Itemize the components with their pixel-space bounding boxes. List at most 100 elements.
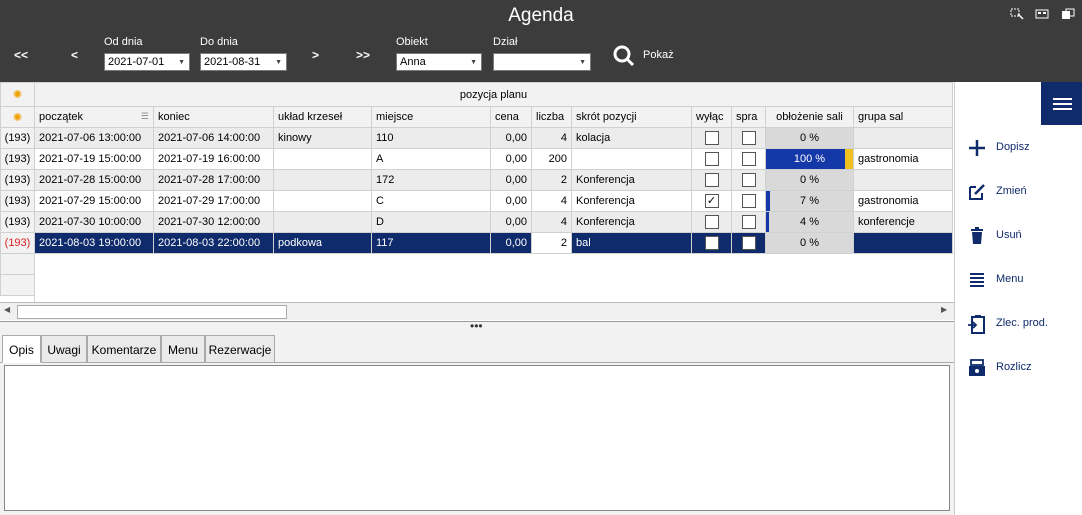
next-period-button[interactable]: > <box>312 48 319 62</box>
scroll-right-icon[interactable]: ▶ <box>941 305 947 314</box>
horizontal-scrollbar[interactable]: ◀ ▶ <box>0 302 954 320</box>
cell-room-group[interactable] <box>853 232 953 254</box>
cell-place[interactable]: C <box>371 190 491 212</box>
filter-row-icon[interactable]: ✺ <box>0 106 35 128</box>
add-button[interactable]: Dopisz <box>965 136 1075 160</box>
cell-price[interactable]: 0,00 <box>490 232 532 254</box>
cell-price[interactable]: 0,00 <box>490 169 532 191</box>
cell-layout[interactable]: podkowa <box>273 232 372 254</box>
row-index[interactable]: (193) <box>0 190 35 212</box>
cell-room-group[interactable]: konferencje <box>853 211 953 233</box>
cell-start[interactable]: 2021-07-06 13:00:00 <box>34 127 154 149</box>
cell-short[interactable]: Konferencja <box>571 211 692 233</box>
scrollbar-thumb[interactable] <box>17 305 287 319</box>
cell-short[interactable]: bal <box>571 232 692 254</box>
cell-place[interactable]: A <box>371 148 491 170</box>
cell-short[interactable] <box>571 148 692 170</box>
chevron-down-icon[interactable]: ▼ <box>178 55 185 71</box>
cell-checked[interactable] <box>731 148 766 170</box>
col-start[interactable]: początek ☰ <box>34 106 154 128</box>
layout-icon[interactable] <box>1035 8 1049 20</box>
cell-occupancy[interactable]: 4 % <box>765 211 854 233</box>
cell-start[interactable]: 2021-07-29 15:00:00 <box>34 190 154 212</box>
cell-excluded[interactable] <box>691 127 732 149</box>
row-index[interactable]: (193) <box>0 211 35 233</box>
cell-count[interactable]: 4 <box>531 190 572 212</box>
cell-start[interactable]: 2021-07-30 10:00:00 <box>34 211 154 233</box>
col-checked[interactable]: spra <box>731 106 766 128</box>
cell-end[interactable]: 2021-07-28 17:00:00 <box>153 169 274 191</box>
col-layout[interactable]: układ krzeseł <box>273 106 372 128</box>
cell-price[interactable]: 0,00 <box>490 211 532 233</box>
cell-count[interactable]: 4 <box>531 211 572 233</box>
cell-end[interactable]: 2021-07-30 12:00:00 <box>153 211 274 233</box>
cell-occupancy[interactable]: 0 % <box>765 232 854 254</box>
select-icon[interactable] <box>1010 8 1024 20</box>
cell-room-group[interactable]: gastronomia <box>853 148 953 170</box>
table-row[interactable]: (193) 2021-08-03 19:00:00 2021-08-03 22:00… <box>0 232 953 254</box>
tab-notes[interactable]: Uwagi <box>41 335 87 363</box>
checked-checkbox[interactable] <box>741 131 756 145</box>
cell-place[interactable]: 172 <box>371 169 491 191</box>
show-button[interactable]: Pokaż <box>612 44 682 67</box>
col-price[interactable]: cena <box>490 106 532 128</box>
cell-checked[interactable] <box>731 211 766 233</box>
cell-checked[interactable] <box>731 169 766 191</box>
cell-short[interactable]: Konferencja <box>571 190 692 212</box>
last-period-button[interactable]: >> <box>356 48 370 62</box>
tab-reservations[interactable]: Rezerwacje <box>205 335 275 363</box>
table-row[interactable]: (193) 2021-07-06 13:00:00 2021-07-06 14:00… <box>0 127 953 149</box>
cell-excluded[interactable] <box>691 232 732 254</box>
col-excluded[interactable]: wyłąc <box>691 106 732 128</box>
table-row[interactable]: (193) 2021-07-28 15:00:00 2021-07-28 17:00… <box>0 169 953 191</box>
checked-checkbox[interactable] <box>741 173 756 187</box>
excluded-checkbox[interactable] <box>704 173 719 187</box>
cell-layout[interactable]: kinowy <box>273 127 372 149</box>
checked-checkbox[interactable] <box>741 215 756 229</box>
table-row[interactable]: (193) 2021-07-30 10:00:00 2021-07-30 12:00… <box>0 211 953 233</box>
cell-end[interactable]: 2021-08-03 22:00:00 <box>153 232 274 254</box>
row-index[interactable]: (193) <box>0 232 35 254</box>
cell-place[interactable]: D <box>371 211 491 233</box>
cell-excluded[interactable] <box>691 169 732 191</box>
splitter-handle[interactable]: ••• <box>470 319 483 333</box>
cell-short[interactable]: kolacja <box>571 127 692 149</box>
cell-room-group[interactable] <box>853 169 953 191</box>
department-select[interactable]: ▼ <box>493 53 591 71</box>
excluded-checkbox[interactable] <box>704 215 719 229</box>
cell-checked[interactable] <box>731 232 766 254</box>
first-period-button[interactable]: << <box>14 48 28 62</box>
cell-room-group[interactable] <box>853 127 953 149</box>
checked-checkbox[interactable] <box>741 194 756 208</box>
col-end[interactable]: koniec <box>153 106 274 128</box>
edit-button[interactable]: Zmień <box>965 180 1075 204</box>
window-icon[interactable] <box>1061 8 1075 20</box>
scroll-left-icon[interactable]: ◀ <box>4 305 10 314</box>
cell-start[interactable]: 2021-07-28 15:00:00 <box>34 169 154 191</box>
checked-checkbox[interactable] <box>741 152 756 166</box>
cell-occupancy[interactable]: 0 % <box>765 169 854 191</box>
chevron-down-icon[interactable]: ▼ <box>470 55 477 71</box>
new-row-icon[interactable]: ✺ <box>0 82 35 107</box>
prev-period-button[interactable]: < <box>71 48 78 62</box>
cell-layout[interactable] <box>273 169 372 191</box>
row-index[interactable]: (193) <box>0 169 35 191</box>
object-select[interactable]: Anna ▼ <box>396 53 482 71</box>
hamburger-menu-icon[interactable] <box>1041 82 1082 125</box>
cell-layout[interactable] <box>273 211 372 233</box>
cell-excluded[interactable] <box>691 211 732 233</box>
col-occupancy[interactable]: obłożenie sali <box>765 106 854 128</box>
cell-price[interactable]: 0,00 <box>490 127 532 149</box>
tab-description[interactable]: Opis <box>2 335 41 363</box>
excluded-checkbox[interactable]: ✓ <box>704 194 719 208</box>
cell-count[interactable]: 2 <box>531 169 572 191</box>
production-order-button[interactable]: Zlec. prod. <box>965 312 1075 336</box>
cell-place[interactable]: 110 <box>371 127 491 149</box>
excluded-checkbox[interactable] <box>704 131 719 145</box>
tab-comments[interactable]: Komentarze <box>87 335 161 363</box>
cell-count[interactable]: 4 <box>531 127 572 149</box>
col-count[interactable]: liczba <box>531 106 572 128</box>
col-short[interactable]: skrót pozycji <box>571 106 692 128</box>
excluded-checkbox[interactable] <box>704 236 719 250</box>
cell-end[interactable]: 2021-07-06 14:00:00 <box>153 127 274 149</box>
